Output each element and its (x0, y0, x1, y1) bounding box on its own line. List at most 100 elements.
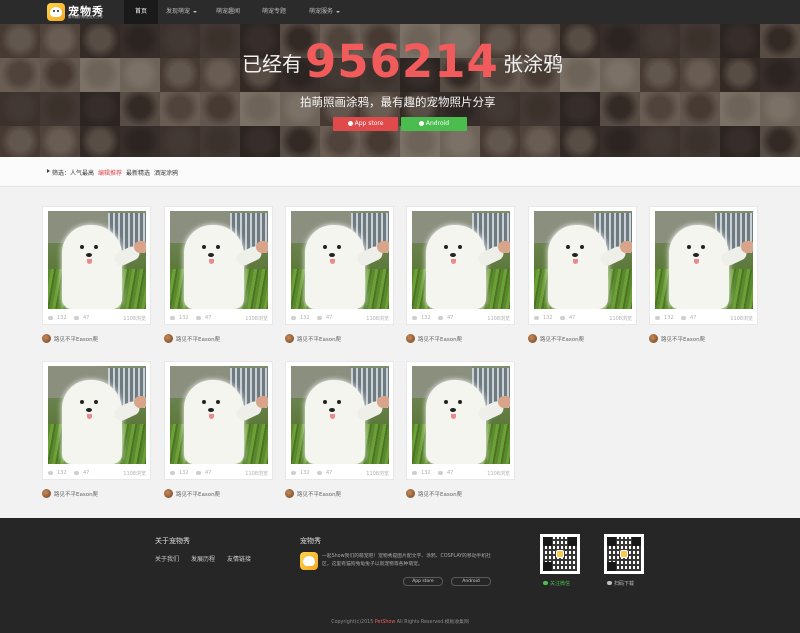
top-nav: 宠物秀 最有趣的萌宠照片分享 首页 发现萌宠 萌宠趣闻 萌宠专题 萌宠服务 (0, 0, 800, 24)
comment-icon[interactable] (74, 471, 79, 475)
heart-icon[interactable] (48, 471, 53, 475)
heart-icon[interactable] (48, 316, 53, 320)
avatar[interactable] (406, 489, 415, 498)
like-count: 132 (179, 315, 189, 321)
avatar[interactable] (285, 489, 294, 498)
android-label: Android (425, 120, 450, 127)
avatar[interactable] (528, 334, 537, 343)
download-icon (607, 581, 612, 585)
copyright-brand[interactable]: PetShow (375, 620, 396, 625)
author-name[interactable]: 路见不平Eason爬 (54, 490, 98, 498)
comment-icon[interactable] (681, 316, 686, 320)
like-count: 132 (300, 470, 310, 476)
comment-icon[interactable] (196, 471, 201, 475)
heart-icon[interactable] (291, 471, 296, 475)
footer-android-button[interactable]: Android (451, 577, 491, 586)
doodle-count: 956214 (305, 35, 499, 88)
author-name[interactable]: 路见不平Eason爬 (54, 335, 98, 343)
author-name[interactable]: 路见不平Eason爬 (418, 335, 462, 343)
pet-photo[interactable] (534, 211, 632, 309)
pet-photo[interactable] (412, 366, 510, 464)
pet-photo[interactable] (412, 211, 510, 309)
photo-card[interactable]: 132 47 1108浏览 (649, 206, 758, 325)
like-count: 132 (179, 470, 189, 476)
avatar[interactable] (285, 334, 294, 343)
comment-count: 47 (205, 315, 212, 321)
author-name[interactable]: 路见不平Eason爬 (661, 335, 705, 343)
nav-item-topics[interactable]: 萌宠专题 (262, 0, 286, 24)
android-button[interactable]: Android (401, 117, 467, 131)
comment-icon[interactable] (74, 316, 79, 320)
comment-icon[interactable] (438, 471, 443, 475)
logo-dog-icon (47, 3, 65, 21)
filter-popular[interactable]: 人气最高 (70, 168, 94, 177)
avatar[interactable] (164, 489, 173, 498)
author-name[interactable]: 路见不平Eason爬 (297, 335, 341, 343)
avatar[interactable] (42, 489, 51, 498)
heart-icon[interactable] (412, 316, 417, 320)
card-stats: 132 47 1108浏览 (291, 315, 389, 323)
pet-photo[interactable] (170, 366, 268, 464)
pet-photo[interactable] (48, 211, 146, 309)
photo-card[interactable]: 132 47 1108浏览 (528, 206, 637, 325)
pet-photo[interactable] (655, 211, 753, 309)
heart-icon[interactable] (534, 316, 539, 320)
author-name[interactable]: 路见不平Eason爬 (540, 335, 584, 343)
footer: 关于宠物秀 关于我们 发展历程 友情链接 宠物秀 一起Show我们的萌宠吧！宠物… (0, 518, 800, 633)
footer-app-store-button[interactable]: App store (403, 577, 443, 586)
nav-item-news[interactable]: 萌宠趣闻 (216, 0, 240, 24)
footer-link-history[interactable]: 发展历程 (191, 554, 215, 563)
comment-icon[interactable] (438, 316, 443, 320)
footer-link-about[interactable]: 关于我们 (155, 554, 179, 563)
photo-card[interactable]: 132 47 1108浏览 (285, 361, 394, 480)
photo-card[interactable]: 132 47 1108浏览 (406, 206, 515, 325)
heart-icon[interactable] (291, 316, 296, 320)
filter-latest[interactable]: 最新精选 (126, 168, 150, 177)
wechat-caption[interactable]: 关注微信 (543, 580, 570, 587)
photo-card[interactable]: 132 47 1108浏览 (164, 361, 273, 480)
comment-count: 47 (690, 315, 697, 321)
pet-photo[interactable] (291, 366, 389, 464)
heart-icon[interactable] (170, 316, 175, 320)
author-name[interactable]: 路见不平Eason爬 (297, 490, 341, 498)
heart-icon[interactable] (170, 471, 175, 475)
filter-doodle[interactable]: 洒宠涂鸦 (154, 168, 178, 177)
comment-icon[interactable] (196, 316, 201, 320)
avatar[interactable] (649, 334, 658, 343)
pet-photo[interactable] (48, 366, 146, 464)
view-count: 1108浏览 (609, 316, 632, 322)
heart-icon[interactable] (412, 471, 417, 475)
heart-icon[interactable] (655, 316, 660, 320)
comment-icon[interactable] (317, 316, 322, 320)
like-count: 132 (57, 470, 67, 476)
comment-count: 47 (205, 470, 212, 476)
pet-photo[interactable] (291, 211, 389, 309)
apple-icon (347, 120, 353, 126)
filter-editor-pick[interactable]: 编辑推荐 (98, 168, 122, 177)
avatar[interactable] (406, 334, 415, 343)
comment-icon[interactable] (317, 471, 322, 475)
site-logo[interactable]: 宠物秀 最有趣的萌宠照片分享 (47, 3, 117, 22)
photo-card[interactable]: 132 47 1108浏览 (406, 361, 515, 480)
arrow-right-icon (47, 169, 50, 173)
nav-item-home[interactable]: 首页 (124, 0, 158, 24)
nav-item-label: 萌宠专题 (262, 8, 287, 15)
avatar[interactable] (164, 334, 173, 343)
photo-card[interactable]: 132 47 1108浏览 (164, 206, 273, 325)
footer-link-friends[interactable]: 友情链接 (227, 554, 251, 563)
photo-card[interactable]: 132 47 1108浏览 (42, 206, 151, 325)
nav-item-discover[interactable]: 发现萌宠 (166, 0, 198, 24)
author-name[interactable]: 路见不平Eason爬 (176, 335, 220, 343)
avatar[interactable] (42, 334, 51, 343)
comment-icon[interactable] (560, 316, 565, 320)
photo-card[interactable]: 132 47 1108浏览 (285, 206, 394, 325)
pet-photo[interactable] (170, 211, 268, 309)
author-name[interactable]: 路见不平Eason爬 (418, 490, 462, 498)
app-store-button[interactable]: App store (333, 117, 398, 131)
copyright-pre: Copyright(c)2015 (331, 620, 375, 625)
card-stats: 132 47 1108浏览 (48, 470, 146, 478)
author-name[interactable]: 路见不平Eason爬 (176, 490, 220, 498)
photo-card[interactable]: 132 47 1108浏览 (42, 361, 151, 480)
nav-item-services[interactable]: 萌宠服务 (309, 0, 341, 24)
download-caption[interactable]: 扫码下载 (607, 580, 634, 587)
